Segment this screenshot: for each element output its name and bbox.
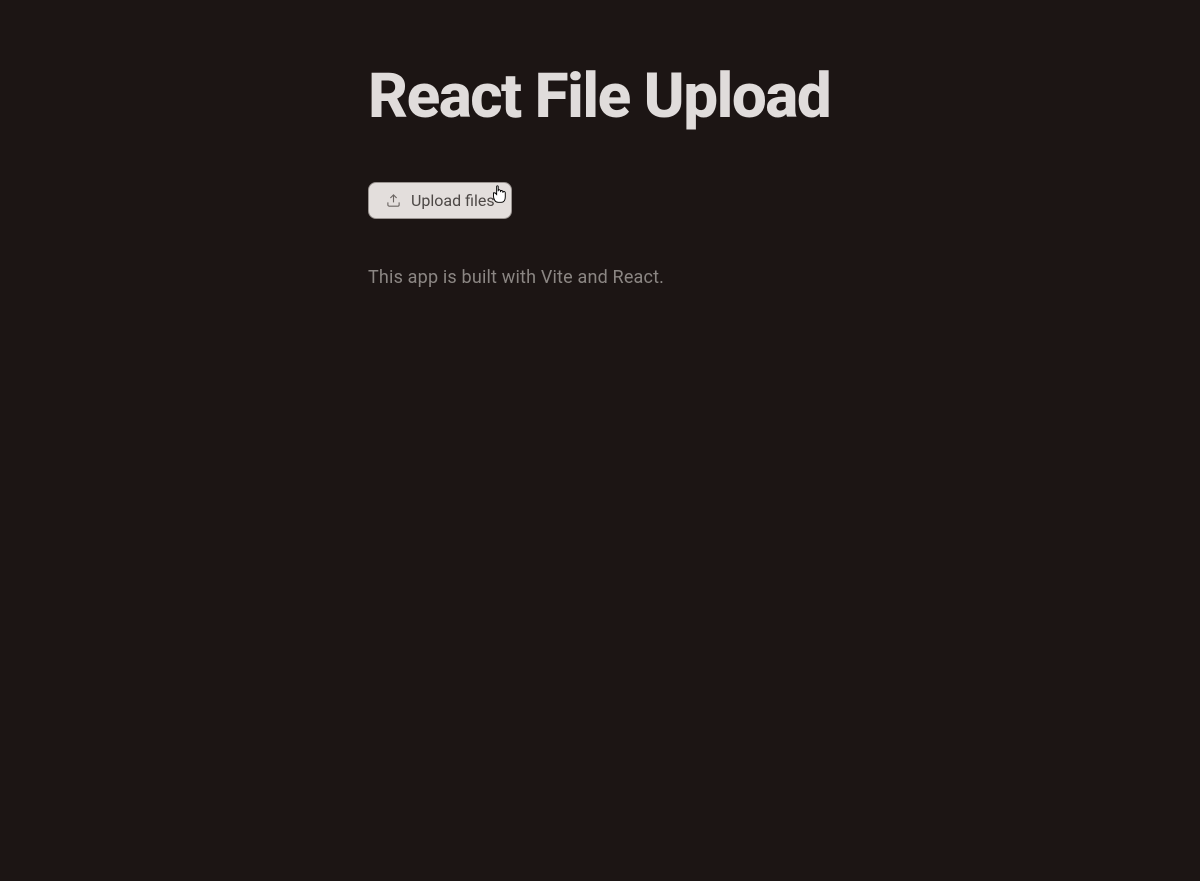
upload-button-label: Upload files <box>411 191 495 210</box>
app-description: This app is built with Vite and React. <box>368 267 838 288</box>
main-container: React File Upload Upload files This app … <box>368 0 838 288</box>
upload-files-button[interactable]: Upload files <box>368 182 512 219</box>
page-title: React File Upload <box>368 60 838 134</box>
upload-icon <box>385 193 401 209</box>
